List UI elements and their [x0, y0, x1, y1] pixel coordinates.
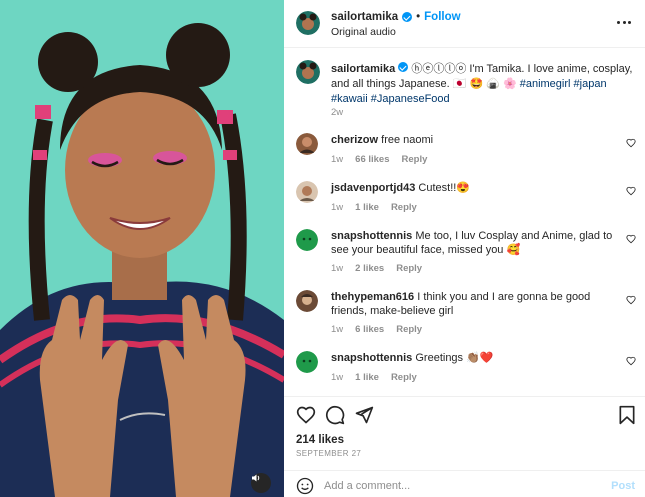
- like-comment-heart-icon[interactable]: [626, 356, 636, 366]
- comment-likes[interactable]: 2 likes: [355, 263, 384, 274]
- comment-text: jsdavenportjd43 Cutest!!😍: [331, 181, 616, 195]
- comment-meta: 1w 1 like Reply: [331, 372, 417, 383]
- audio-toggle-button[interactable]: [251, 473, 271, 493]
- post-media[interactable]: [0, 0, 284, 497]
- speaker-icon: [252, 474, 260, 482]
- comment-input[interactable]: [324, 477, 594, 495]
- reply-button[interactable]: Reply: [396, 324, 422, 335]
- comment-body: free naomi: [381, 134, 434, 146]
- original-audio-link[interactable]: Original audio: [331, 26, 396, 38]
- comment-item: thehypeman616 I think you and I are gonn…: [296, 290, 636, 338]
- comment-bubble-icon[interactable]: [325, 405, 345, 425]
- comment-item: cherizow free naomi 1w 66 likes Reply: [296, 133, 636, 177]
- reply-button[interactable]: Reply: [391, 202, 417, 213]
- commenter-avatar[interactable]: [296, 351, 318, 373]
- separator-dot: •: [416, 11, 421, 23]
- like-comment-heart-icon[interactable]: [626, 186, 636, 196]
- comment-username[interactable]: snapshottennis: [331, 230, 412, 242]
- comment-likes[interactable]: 1 like: [355, 372, 379, 383]
- comment-text: snapshottennis Me too, I luv Cosplay and…: [331, 229, 616, 257]
- commenter-avatar[interactable]: [296, 229, 318, 251]
- reply-button[interactable]: Reply: [391, 372, 417, 383]
- author-username[interactable]: sailortamika: [331, 11, 398, 23]
- hashtag-link[interactable]: #JapaneseFood: [371, 93, 450, 105]
- comment-username[interactable]: thehypeman616: [331, 291, 414, 303]
- comment-username[interactable]: snapshottennis: [331, 352, 412, 364]
- like-comment-heart-icon[interactable]: [626, 234, 636, 244]
- comment-body: Greetings 👏🏽❤️: [415, 352, 494, 364]
- comment-text: thehypeman616 I think you and I are gonn…: [331, 290, 616, 318]
- comment-username[interactable]: cherizow: [331, 134, 378, 146]
- comment-likes[interactable]: 66 likes: [355, 154, 389, 165]
- emoji-smiley-icon[interactable]: [296, 477, 314, 495]
- comment-body: Cutest!!😍: [418, 182, 471, 194]
- comment-time: 1w: [331, 202, 344, 213]
- commenter-avatar[interactable]: [296, 290, 318, 312]
- hashtag-link[interactable]: #kawaii: [331, 93, 368, 105]
- post-header: sailortamika • Follow Original audio: [284, 0, 645, 48]
- comment-time: 1w: [331, 324, 344, 335]
- comment-item: snapshottennis Greetings 👏🏽❤️ 1w 1 like …: [296, 351, 636, 395]
- author-avatar[interactable]: [296, 11, 320, 35]
- caption-text: sailortamika ⓗⓔⓛⓛⓞ I'm Tamika. I love an…: [331, 62, 636, 107]
- likes-count[interactable]: 214 likes: [296, 434, 344, 446]
- verified-badge-icon: [402, 12, 413, 22]
- post-photo: [0, 0, 284, 497]
- caption-username[interactable]: sailortamika: [331, 63, 395, 75]
- reply-button[interactable]: Reply: [402, 154, 428, 165]
- comment-item: jsdavenportjd43 Cutest!!😍 1w 1 like Repl…: [296, 181, 636, 225]
- comment-username[interactable]: jsdavenportjd43: [331, 182, 415, 194]
- comment-likes[interactable]: 1 like: [355, 202, 379, 213]
- hashtag-link[interactable]: #japan: [574, 78, 607, 90]
- author-line: sailortamika • Follow: [331, 11, 461, 23]
- like-comment-heart-icon[interactable]: [626, 295, 636, 305]
- comment-item: snapshottennis Me too, I luv Cosplay and…: [296, 229, 636, 277]
- post-details-panel: sailortamika • Follow Original audio sai…: [284, 0, 645, 497]
- comment-likes[interactable]: 6 likes: [355, 324, 384, 335]
- comment-meta: 1w 6 likes Reply: [331, 324, 422, 335]
- follow-button[interactable]: Follow: [424, 11, 460, 23]
- like-comment-heart-icon[interactable]: [626, 138, 636, 148]
- comment-text: cherizow free naomi: [331, 133, 616, 147]
- comment-time: 1w: [331, 372, 344, 383]
- reply-button[interactable]: Reply: [396, 263, 422, 274]
- more-options-icon[interactable]: [617, 21, 631, 24]
- like-heart-icon[interactable]: [296, 405, 316, 425]
- comment-time: 1w: [331, 154, 344, 165]
- post-comment-button[interactable]: Post: [611, 480, 635, 492]
- share-send-icon[interactable]: [354, 405, 374, 425]
- caption-author-avatar[interactable]: [296, 60, 320, 84]
- comment-meta: 1w 2 likes Reply: [331, 263, 422, 274]
- commenter-avatar[interactable]: [296, 133, 318, 155]
- comment-meta: 1w 66 likes Reply: [331, 154, 427, 165]
- verified-badge-icon: [398, 62, 409, 72]
- hashtag-link[interactable]: #animegirl: [520, 78, 571, 90]
- comment-time: 1w: [331, 263, 344, 274]
- save-bookmark-icon[interactable]: [617, 405, 637, 425]
- comment-text: snapshottennis Greetings 👏🏽❤️: [331, 351, 616, 365]
- add-comment-bar: Post: [284, 470, 645, 497]
- comment-meta: 1w 1 like Reply: [331, 202, 417, 213]
- post-date: SEPTEMBER 27: [296, 449, 362, 458]
- commenter-avatar[interactable]: [296, 181, 318, 203]
- caption-timestamp: 2w: [331, 107, 344, 118]
